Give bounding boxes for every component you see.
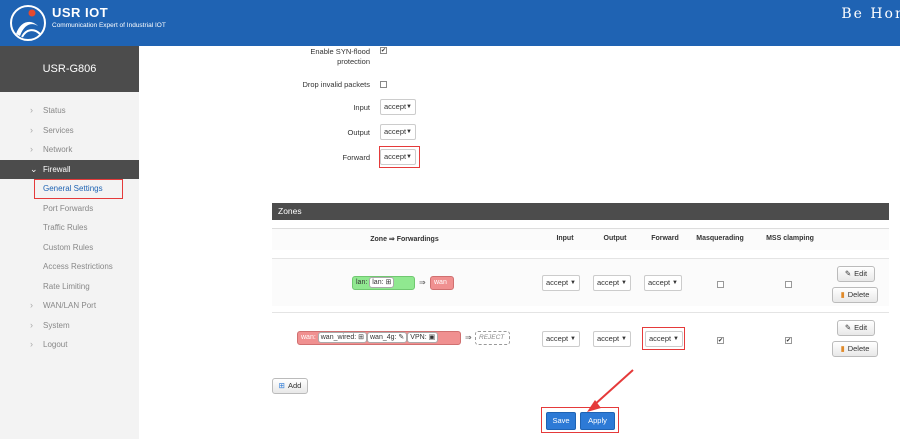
output-label: Output (347, 128, 370, 137)
forward-arrow: ⇒ (465, 333, 472, 342)
input-label: Input (353, 103, 370, 112)
sidebar-item-firewall[interactable]: ⌄ Firewall (0, 159, 139, 179)
dest-chip-reject: REJECT (475, 331, 510, 345)
col-forward: Forward (651, 235, 679, 242)
signal-icon: ✎ (398, 334, 405, 341)
network-chip-lan: lan: ⊞ (369, 277, 395, 288)
zones-section-title: Zones (272, 203, 889, 220)
brand-name: USR IOT (52, 5, 109, 20)
usr-logo-icon (10, 5, 46, 41)
delete-button[interactable]: ▮ Delete (832, 341, 878, 357)
mss-clamping-checkbox[interactable]: ✔ (785, 337, 792, 344)
network-icon: ⊞ (358, 334, 364, 341)
col-mss-clamping: MSS clamping (766, 235, 814, 242)
output-policy-select[interactable]: accept ▼ (380, 124, 416, 140)
network-icon: ⊞ (385, 279, 392, 286)
chevron-right-icon: › (30, 300, 33, 310)
zone-output-select[interactable]: accept ▼ (593, 331, 631, 347)
edit-icon: ✎ (844, 269, 852, 278)
dropdown-arrow-icon: ▼ (570, 280, 576, 286)
highlight-forward-select (379, 146, 420, 168)
trash-icon: ▮ (840, 344, 845, 353)
zone-chip-lan: lan: lan: ⊞ (352, 276, 415, 290)
network-chip-wan-4g: wan_4g: ✎ (367, 332, 408, 343)
add-icon: ⊞ (278, 381, 285, 390)
sidebar-item-logout[interactable]: › Logout (0, 335, 139, 355)
col-masquerading: Masquerading (696, 235, 744, 242)
chevron-right-icon: › (30, 105, 33, 115)
table-row: wan: wan_wired: ⊞ wan_4g: ✎ VPN: ▣ ⇒ REJEC… (272, 312, 889, 364)
table-row: lan: lan: ⊞ ⇒ wan accept ▼ accept ▼ accept… (272, 258, 889, 306)
sidebar-subitem-access-restrictions[interactable]: Access Restrictions (0, 257, 139, 277)
forward-label: Forward (342, 153, 370, 162)
dropdown-arrow-icon: ▼ (570, 336, 576, 342)
dropdown-arrow-icon: ▼ (672, 280, 678, 286)
dropdown-arrow-icon: ▼ (406, 104, 412, 110)
header-slogan: Be Hon (841, 6, 900, 22)
col-input: Input (556, 235, 574, 242)
zone-output-select[interactable]: accept ▼ (593, 275, 631, 291)
network-chip-vpn: VPN: ▣ (407, 332, 439, 343)
sidebar-subitem-rate-limiting[interactable]: Rate Limiting (0, 277, 139, 297)
sidebar-subitem-port-forwards[interactable]: Port Forwards (0, 199, 139, 219)
highlight-zone-forward (642, 327, 685, 350)
zone-chip-wan: wan: wan_wired: ⊞ wan_4g: ✎ VPN: ▣ (297, 331, 461, 345)
highlight-general-settings (34, 179, 123, 199)
col-zone-forwardings: Zone ⇒ Forwardings (370, 236, 439, 243)
dropdown-arrow-icon: ▼ (406, 129, 412, 135)
device-model: USR-G806 (0, 46, 139, 92)
masquerading-checkbox[interactable] (717, 281, 724, 288)
drop-invalid-label: Drop invalid packets (302, 80, 370, 89)
edit-button[interactable]: ✎ Edit (837, 266, 875, 282)
zone-input-select[interactable]: accept ▼ (542, 275, 580, 291)
chevron-right-icon: › (30, 124, 33, 135)
forward-arrow: ⇒ (419, 278, 426, 287)
trash-icon: ▮ (840, 290, 845, 299)
edit-icon: ✎ (844, 323, 852, 332)
zone-forward-select[interactable]: accept ▼ (644, 275, 682, 291)
main-content: Enable SYN-flood protection ✔ Drop inval… (139, 46, 900, 439)
input-policy-select[interactable]: accept ▼ (380, 99, 416, 115)
zone-input-select[interactable]: accept ▼ (542, 331, 580, 347)
sidebar-nav: › Status › Services › Network ⌄ Firewall Gen… (0, 101, 139, 355)
syn-flood-label: Enable SYN-flood protection (310, 47, 370, 66)
chevron-right-icon: › (30, 144, 33, 154)
delete-button[interactable]: ▮ Delete (832, 287, 878, 303)
sidebar-subitem-custom-rules[interactable]: Custom Rules (0, 238, 139, 258)
dropdown-arrow-icon: ▼ (621, 280, 627, 286)
sidebar-item-status[interactable]: › Status (0, 101, 139, 121)
top-header: USR IOT Communication Expert of Industri… (0, 0, 900, 46)
sidebar-subitem-traffic-rules[interactable]: Traffic Rules (0, 218, 139, 238)
edit-button[interactable]: ✎ Edit (837, 320, 875, 336)
highlight-save-apply (541, 407, 619, 433)
syn-flood-checkbox[interactable]: ✔ (380, 47, 387, 54)
chevron-right-icon: › (30, 319, 33, 330)
sidebar-item-wan-lan-port[interactable]: › WAN/LAN Port (0, 296, 139, 316)
network-chip-wan-wired: wan_wired: ⊞ (317, 332, 367, 343)
sidebar-item-services[interactable]: › Services (0, 121, 139, 141)
sidebar-item-system[interactable]: › System (0, 316, 139, 336)
drop-invalid-checkbox[interactable] (380, 81, 387, 88)
sidebar-item-network[interactable]: › Network (0, 140, 139, 160)
vpn-icon: ▣ (428, 334, 436, 341)
chevron-right-icon: › (30, 339, 33, 349)
chevron-down-icon: ⌄ (30, 163, 38, 174)
dropdown-arrow-icon: ▼ (621, 336, 627, 342)
col-output: Output (603, 235, 627, 242)
add-zone-button[interactable]: ⊞ Add (272, 378, 308, 394)
brand-tagline: Communication Expert of Industrial IOT (52, 22, 166, 29)
masquerading-checkbox[interactable]: ✔ (717, 337, 724, 344)
dest-chip-wan: wan (430, 276, 454, 290)
sidebar: USR-G806 › Status › Services › Network ⌄ Fir… (0, 46, 139, 439)
mss-clamping-checkbox[interactable] (785, 281, 792, 288)
zones-header-row: Zone ⇒ Forwardings Input Output Forward … (272, 228, 889, 250)
